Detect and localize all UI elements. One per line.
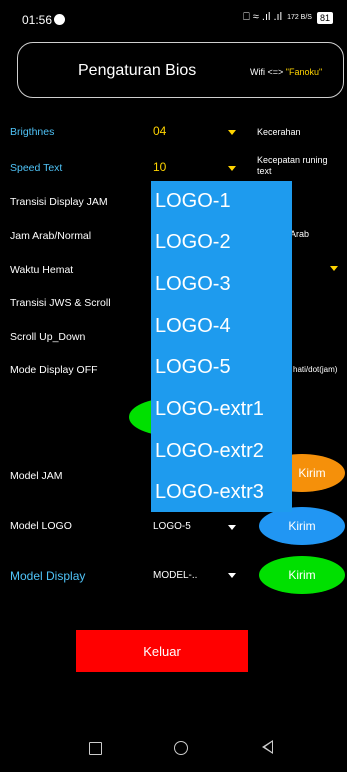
- desc-jam-arab: Arab: [290, 229, 310, 239]
- dropdown-option[interactable]: LOGO-extr3: [155, 481, 264, 504]
- dropdown-option[interactable]: LOGO-3: [155, 273, 231, 296]
- desc-mode-display-off: hati/dot(jam): [293, 365, 338, 374]
- battery-icon: 81: [316, 11, 333, 24]
- dropdown-option[interactable]: LOGO-4: [155, 315, 231, 338]
- speed-text-spinner[interactable]: 10: [153, 160, 166, 174]
- model-display-spinner[interactable]: MODEL-..: [153, 570, 197, 581]
- dropdown-option[interactable]: LOGO-2: [155, 231, 231, 254]
- clock: 01:56: [22, 13, 53, 27]
- model-logo-spinner[interactable]: LOGO-5: [153, 521, 191, 532]
- label-scroll-up-down: Scroll Up_Down: [10, 331, 86, 343]
- status-bar: 01:56 ⎕ ≈ .ıl .ıl 172 B/S 81: [0, 0, 347, 40]
- label-model-jam: Model JAM: [10, 470, 63, 482]
- label-model-logo: Model LOGO: [10, 520, 72, 532]
- net-speed: 172 B/S: [287, 14, 312, 21]
- label-transisi-jws-scroll: Transisi JWS & Scroll: [10, 297, 111, 309]
- waktu-hemat-dropdown-icon[interactable]: [330, 266, 338, 271]
- kirim-model-display-button[interactable]: Kirim: [259, 556, 345, 594]
- kirim-model-jam-label: Kirim: [298, 466, 326, 480]
- signal-icons: ⎕ ≈ .ıl .ıl: [243, 11, 283, 23]
- kirim-model-logo-button[interactable]: Kirim: [259, 507, 345, 545]
- wifi-label: Wifi <=>: [250, 67, 284, 77]
- header-panel: Pengaturan Bios Wifi <=> "Fanoku": [17, 42, 344, 98]
- desc-speed-text: Kecepatan runing text: [257, 155, 328, 176]
- back-icon[interactable]: [262, 740, 273, 754]
- label-model-display: Model Display: [10, 569, 86, 583]
- system-nav-bar: [0, 722, 347, 772]
- label-mode-display-off: Mode Display OFF: [10, 364, 98, 376]
- brightness-dropdown-icon[interactable]: [228, 130, 236, 135]
- label-brightness: Brigthnes: [10, 126, 55, 138]
- label-transisi-display-jam: Transisi Display JAM: [10, 196, 108, 208]
- dropdown-option[interactable]: LOGO-5: [155, 356, 231, 379]
- logo-dropdown-list: LOGO-1 LOGO-2 LOGO-3 LOGO-4 LOGO-5 LOGO-…: [151, 181, 292, 512]
- keluar-button[interactable]: Keluar: [76, 630, 248, 672]
- recents-icon[interactable]: [89, 742, 102, 755]
- keluar-label: Keluar: [143, 643, 181, 659]
- brightness-spinner[interactable]: 04: [153, 124, 166, 138]
- wifi-ssid: "Fanoku": [285, 67, 323, 77]
- label-waktu-hemat: Waktu Hemat: [10, 264, 74, 276]
- label-speed-text: Speed Text: [10, 162, 63, 174]
- page-title: Pengaturan Bios: [78, 62, 197, 79]
- notification-dot-icon: [54, 14, 65, 25]
- model-logo-dropdown-icon[interactable]: [228, 525, 236, 530]
- speed-text-dropdown-icon[interactable]: [228, 166, 236, 171]
- dropdown-option[interactable]: LOGO-extr1: [155, 398, 264, 421]
- status-icons: ⎕ ≈ .ıl .ıl 172 B/S 81: [243, 11, 333, 24]
- kirim-model-display-label: Kirim: [288, 568, 316, 582]
- wifi-status: Wifi <=> "Fanoku": [250, 67, 322, 77]
- dropdown-option[interactable]: LOGO-1: [155, 190, 231, 213]
- dropdown-option[interactable]: LOGO-extr2: [155, 440, 264, 463]
- label-jam-arab-normal: Jam Arab/Normal: [10, 230, 92, 242]
- kirim-model-logo-label: Kirim: [288, 519, 316, 533]
- home-icon[interactable]: [174, 741, 188, 755]
- desc-brightness: Kecerahan: [257, 127, 301, 137]
- model-display-dropdown-icon[interactable]: [228, 573, 236, 578]
